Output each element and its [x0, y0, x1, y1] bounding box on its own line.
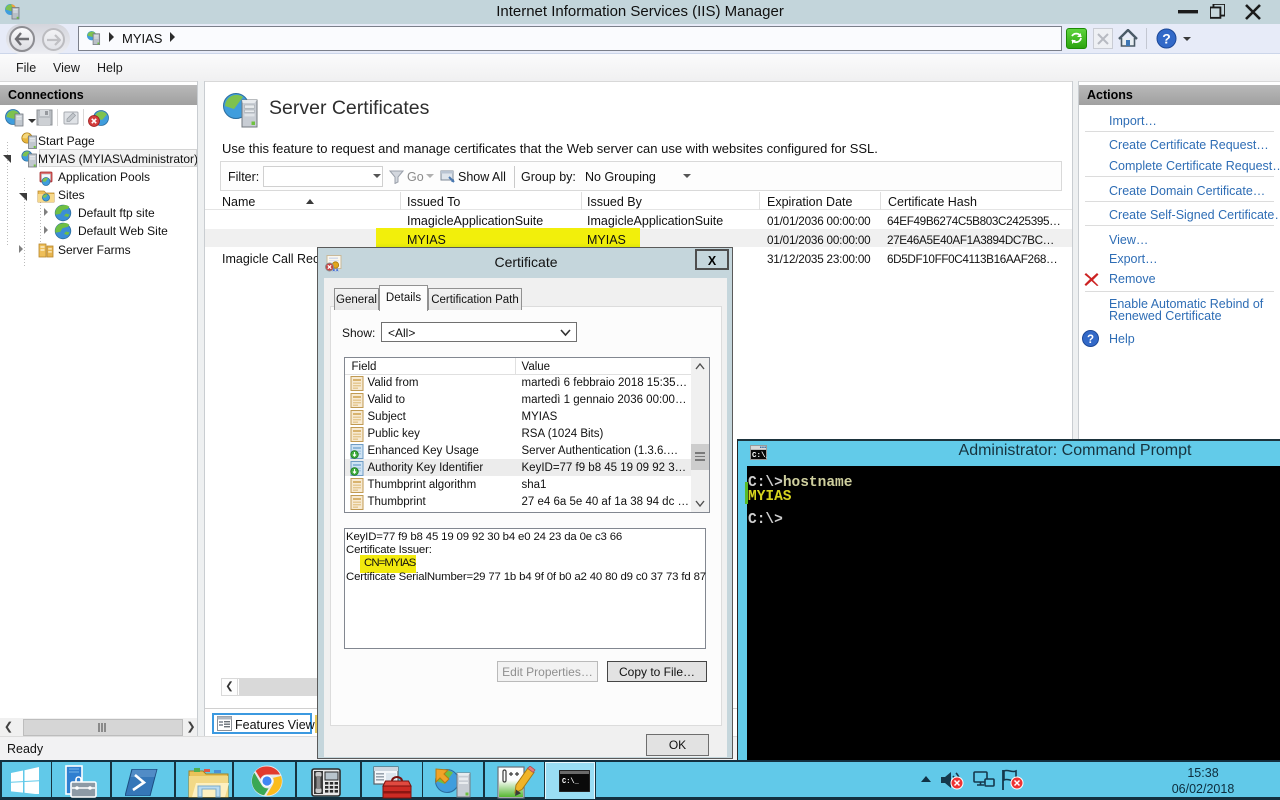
svg-text:C:\_: C:\_ [562, 778, 580, 786]
svg-text:C:\_: C:\_ [752, 452, 767, 460]
svg-text:?: ? [1087, 334, 1094, 346]
svg-text:?: ? [1162, 31, 1171, 47]
